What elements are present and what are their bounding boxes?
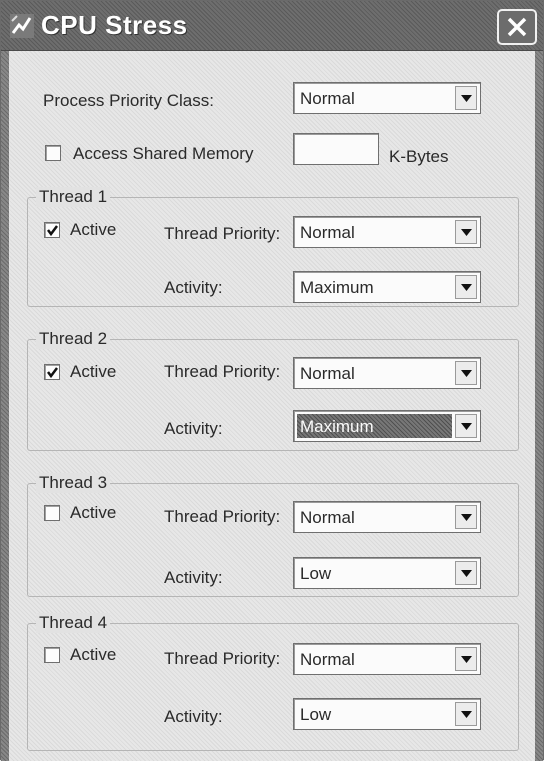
thread-1-activity-select[interactable]: Maximum: [293, 271, 481, 303]
chevron-down-icon: [460, 655, 472, 663]
dropdown-button[interactable]: [455, 561, 477, 585]
thread-4-activity-value: Low: [300, 705, 332, 724]
thread-2-priority-value: Normal: [300, 364, 355, 383]
checkmark-icon: [47, 367, 58, 379]
process-priority-select[interactable]: Normal: [293, 82, 481, 114]
thread-3-active-checkbox[interactable]: [44, 505, 60, 521]
process-priority-value: Normal: [300, 89, 355, 108]
thread-3-active-label: Active: [70, 503, 117, 522]
thread-3-group: Thread 3 Active Thread Priority: Normal …: [27, 473, 519, 597]
stress-app-icon: [10, 14, 34, 38]
dropdown-button[interactable]: [455, 647, 477, 671]
thread-3-activity-value: Low: [300, 564, 332, 583]
thread-4-group: Thread 4 Active Thread Priority: Normal …: [27, 613, 519, 751]
process-priority-label: Process Priority Class:: [43, 91, 214, 110]
shared-memory-label: Access Shared Memory: [73, 144, 254, 163]
dropdown-button[interactable]: [455, 414, 477, 438]
thread-4-title: Thread 4: [36, 613, 111, 633]
thread-3-priority-label: Thread Priority:: [164, 507, 281, 526]
thread-3-priority-select[interactable]: Normal: [293, 501, 481, 533]
thread-2-priority-select[interactable]: Normal: [293, 357, 481, 389]
dropdown-button[interactable]: [455, 275, 477, 299]
chevron-down-icon: [460, 228, 472, 236]
shared-memory-checkbox[interactable]: [45, 145, 61, 161]
chevron-down-icon: [460, 283, 472, 291]
close-icon: [507, 17, 527, 37]
thread-2-activity-label: Activity:: [164, 419, 223, 438]
window-title: CPU Stress: [41, 10, 188, 40]
kbytes-label: K-Bytes: [389, 147, 449, 166]
thread-1-priority-label: Thread Priority:: [164, 224, 281, 243]
close-button[interactable]: [497, 9, 537, 45]
thread-1-priority-value: Normal: [300, 223, 355, 242]
thread-3-activity-select[interactable]: Low: [293, 557, 481, 589]
thread-4-activity-select[interactable]: Low: [293, 698, 481, 730]
thread-1-group: Thread 1 Active Thread Priority: Normal …: [27, 187, 519, 307]
window-frame-left: [1, 51, 9, 761]
checkmark-icon: [47, 225, 58, 237]
chevron-down-icon: [460, 94, 472, 102]
thread-4-active-checkbox[interactable]: [44, 647, 60, 663]
thread-1-title: Thread 1: [36, 187, 111, 207]
dropdown-button[interactable]: [455, 702, 477, 726]
thread-1-priority-select[interactable]: Normal: [293, 216, 481, 248]
thread-2-activity-select[interactable]: Maximum: [293, 410, 481, 442]
title-bar[interactable]: CPU Stress: [1, 1, 543, 51]
thread-1-activity-label: Activity:: [164, 278, 223, 297]
chevron-down-icon: [460, 369, 472, 377]
thread-4-priority-select[interactable]: Normal: [293, 643, 481, 675]
dropdown-button[interactable]: [455, 361, 477, 385]
chevron-down-icon: [460, 513, 472, 521]
thread-4-activity-label: Activity:: [164, 707, 223, 726]
dropdown-button[interactable]: [455, 505, 477, 529]
thread-4-active-label: Active: [70, 645, 117, 664]
cpu-stress-window: CPU Stress Process Priority Class: Norma…: [0, 0, 544, 761]
thread-4-priority-value: Normal: [300, 650, 355, 669]
thread-4-priority-label: Thread Priority:: [164, 649, 281, 668]
thread-2-title: Thread 2: [36, 329, 111, 349]
thread-2-activity-value: Maximum: [297, 414, 452, 438]
chevron-down-icon: [460, 569, 472, 577]
thread-1-active-label: Active: [70, 220, 117, 239]
thread-3-priority-value: Normal: [300, 508, 355, 527]
chevron-down-icon: [460, 422, 472, 430]
thread-3-activity-label: Activity:: [164, 568, 223, 587]
thread-1-activity-value: Maximum: [300, 278, 374, 297]
thread-2-priority-label: Thread Priority:: [164, 362, 281, 381]
shared-memory-input[interactable]: [293, 133, 379, 165]
dropdown-button[interactable]: [455, 86, 477, 110]
dropdown-button[interactable]: [455, 220, 477, 244]
thread-2-active-label: Active: [70, 362, 117, 381]
thread-2-active-checkbox[interactable]: [44, 364, 60, 380]
thread-1-active-checkbox[interactable]: [44, 222, 60, 238]
window-frame-right: [535, 51, 543, 761]
chevron-down-icon: [460, 710, 472, 718]
thread-2-group: Thread 2 Active Thread Priority: Normal …: [27, 329, 519, 451]
thread-3-title: Thread 3: [36, 473, 111, 493]
dialog-body: Process Priority Class: Normal Access Sh…: [9, 51, 535, 761]
